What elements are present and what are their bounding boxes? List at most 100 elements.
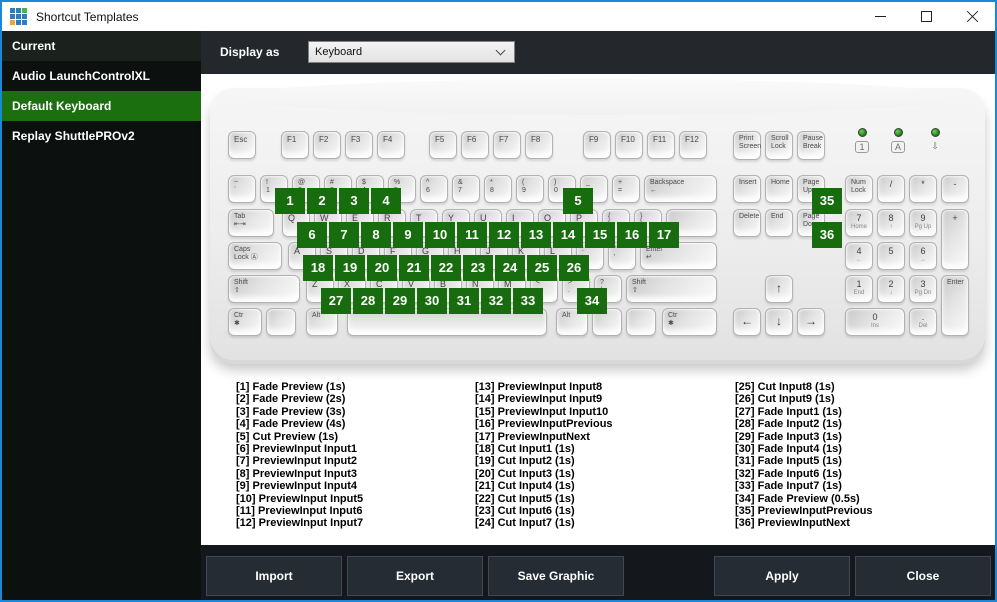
key-np-4: 4 ← (845, 242, 873, 270)
shortcut-badge-17: 17 (649, 222, 679, 248)
key-7: & 7 (452, 175, 480, 203)
shortcut-badge-13: 13 (521, 222, 551, 248)
shortcut-badge-2: 2 (307, 188, 337, 214)
shortcut-badge-9: 9 (393, 222, 423, 248)
keyboard-graphic: Esc F1 F2 F3 F4 F5 F6 F7 F8 F9 F10 F11 F12 Print Scre… (210, 79, 985, 360)
maximize-icon (920, 11, 932, 22)
shortcut-badge-27: 27 (321, 288, 351, 314)
shortcut-line: [25] Cut Input8 (1s) (735, 381, 835, 393)
maximize-button[interactable] (903, 2, 949, 31)
key-arrow-right: → (797, 308, 825, 336)
shortcut-badge-8: 8 (361, 222, 391, 248)
shortcut-list: [1] Fade Preview (1s) [2] Fade Preview (2… (236, 381, 995, 537)
key-end: End (765, 209, 793, 237)
key-np-enter: Enter (941, 275, 969, 336)
minimize-button[interactable] (857, 2, 903, 31)
key-np-8: 8 ↑ (877, 209, 905, 237)
shortcut-line: [16] PreviewInputPrevious (475, 418, 613, 431)
shortcut-badge-21: 21 (399, 255, 429, 281)
save-graphic-button[interactable]: Save Graphic (488, 556, 624, 596)
key-ctrl-left: Ctr ✱ (228, 308, 262, 336)
key-menu (626, 308, 656, 336)
shortcut-line: [19] Cut Input2 (1s) (475, 455, 575, 468)
key-np-5: 5 (877, 242, 905, 270)
caps-lock-led-symbol: A (891, 141, 905, 153)
key-equals: + = (612, 175, 640, 203)
key-backspace: Backspace ← (644, 175, 717, 203)
key-f8: F8 (525, 131, 553, 159)
close-dialog-button[interactable]: Close (855, 556, 991, 596)
key-shift-right: Shift ⇧ (626, 275, 717, 303)
display-as-value: Keyboard (315, 46, 363, 58)
title-bar: Shortcut Templates (2, 2, 995, 31)
shortcut-badge-16: 16 (617, 222, 647, 248)
key-f12: F12 (679, 131, 707, 159)
key-insert: Insert (733, 175, 761, 203)
key-arrow-up: ↑ (765, 275, 793, 303)
shortcut-line: [29] Fade Input3 (1s) (735, 430, 842, 443)
key-f1: F1 (281, 131, 309, 159)
shortcut-line: [14] PreviewInput Input9 (475, 393, 603, 406)
key-f3: F3 (345, 131, 373, 159)
shortcut-line: [35] PreviewInputPrevious (735, 505, 873, 518)
key-np-multiply: * (909, 175, 937, 203)
key-f7: F7 (493, 131, 521, 159)
shortcut-line: [2] Fade Preview (2s) (236, 393, 346, 406)
shortcut-badge-31: 31 (449, 288, 479, 314)
num-lock-led-indicator (858, 128, 867, 137)
key-f10: F10 (615, 131, 643, 159)
key-pause-break: Pause Break (797, 131, 825, 160)
import-button[interactable]: Import (206, 556, 342, 596)
apply-button[interactable]: Apply (714, 556, 850, 596)
export-button[interactable]: Export (347, 556, 483, 596)
shortcut-line: [24] Cut Input7 (1s) (475, 517, 575, 530)
shortcut-badge-34: 34 (577, 288, 607, 314)
key-arrow-down: ↓ (765, 308, 793, 336)
key-np-add: + (941, 209, 969, 270)
key-delete: Delete (733, 209, 761, 237)
shortcut-badge-20: 20 (367, 255, 397, 281)
shortcut-badge-30: 30 (417, 288, 447, 314)
app-icon (10, 8, 27, 25)
shortcut-badge-33: 33 (513, 288, 543, 314)
shortcut-line: [1] Fade Preview (1s) (236, 381, 346, 393)
sidebar-item-audio-launchcontrolxl[interactable]: Audio LaunchControlXL (2, 61, 201, 91)
shortcut-line: [34] Fade Preview (0.5s) (735, 492, 860, 505)
shortcut-column-1: [1] Fade Preview (1s) [2] Fade Preview (2… (236, 381, 363, 530)
shortcut-line: [8] PreviewInput Input3 (236, 467, 358, 480)
caps-lock-led-indicator (894, 128, 903, 137)
shortcut-badge-5: 5 (563, 188, 593, 214)
shortcut-line: [18] Cut Input1 (1s) (475, 443, 575, 456)
shortcut-line: [28] Fade Input2 (1s) (735, 418, 842, 431)
key-np-divide: / (877, 175, 905, 203)
shortcut-badge-1: 1 (275, 188, 305, 214)
shortcut-badge-25: 25 (527, 255, 557, 281)
display-as-dropdown[interactable]: Keyboard (308, 41, 515, 63)
close-button[interactable] (949, 2, 995, 31)
key-tab: Tab ⇤⇥ (228, 209, 274, 237)
key-np-9: 9 Pg Up (909, 209, 937, 237)
shortcut-badge-18: 18 (303, 255, 333, 281)
shortcut-line: [15] PreviewInput Input10 (475, 405, 609, 418)
key-ctrl-right: Ctr ✱ (662, 308, 717, 336)
scroll-lock-led-symbol: ⇩ (931, 141, 939, 151)
sidebar-item-default-keyboard[interactable]: Default Keyboard (2, 91, 201, 121)
key-arrow-left: ← (733, 308, 761, 336)
shortcut-column-2: [13] PreviewInput Input8 [14] PreviewInpu… (475, 381, 613, 530)
shortcut-line: [13] PreviewInput Input8 (475, 381, 603, 393)
key-f11: F11 (647, 131, 675, 159)
shortcut-line: [20] Cut Input3 (1s) (475, 467, 575, 480)
sidebar-item-current[interactable]: Current (2, 31, 201, 61)
shortcut-line: [7] PreviewInput Input2 (236, 455, 358, 468)
shortcut-line: [6] PreviewInput Input1 (236, 443, 358, 456)
sidebar-item-replay-shuttleprov2[interactable]: Replay ShuttlePROv2 (2, 121, 201, 151)
key-np-7: 7 Home (845, 209, 873, 237)
key-print-screen: Print Screen (733, 131, 761, 160)
shortcut-badge-36: 36 (812, 222, 842, 248)
key-np-3: 3 Pg Dn (909, 275, 937, 303)
shortcut-line: [17] PreviewInputNext (475, 430, 590, 443)
shortcut-badge-4: 4 (371, 188, 401, 214)
key-f5: F5 (429, 131, 457, 159)
main-panel: Display as Keyboard Esc F1 F2 F3 F4 F5 F6 F7 F8 F… (201, 31, 995, 600)
key-np-0: 0 Ins (845, 308, 905, 336)
